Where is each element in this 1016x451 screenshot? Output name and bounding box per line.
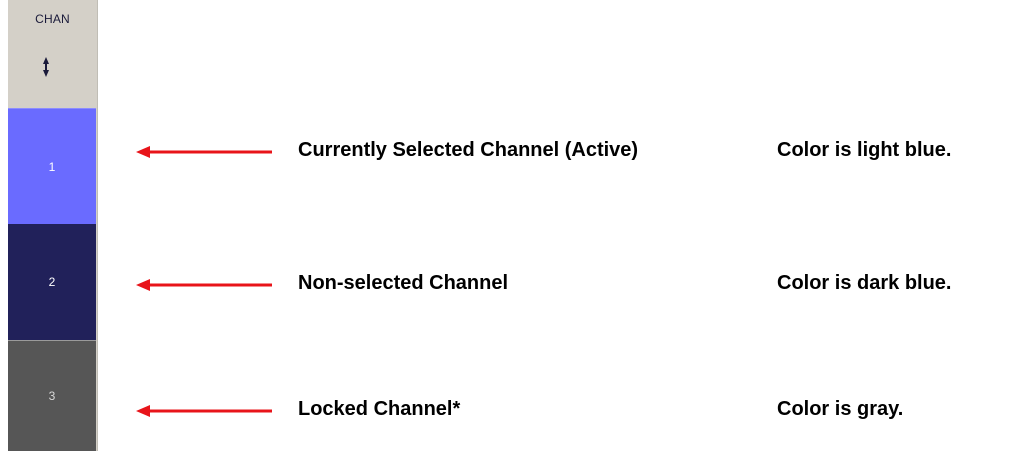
annotation-description-active: Color is light blue. <box>777 139 952 161</box>
annotation-label-locked: Locked Channel* <box>298 398 461 420</box>
annotation-description-nonselected: Color is dark blue. <box>777 272 952 294</box>
annotation-label-active: Currently Selected Channel (Active) <box>298 139 639 161</box>
channel-button-label: 2 <box>48 275 56 289</box>
channel-button-3[interactable]: 3 <box>8 340 96 451</box>
channel-button-2[interactable]: 2 <box>8 224 96 340</box>
scroll-arrows-icon[interactable] <box>40 55 52 79</box>
left-arrow-icon <box>136 405 272 417</box>
annotation-description-locked: Color is gray. <box>777 398 904 420</box>
left-arrow-icon <box>136 146 272 158</box>
channel-button-1[interactable]: 1 <box>8 108 96 224</box>
channel-button-label: 3 <box>48 389 56 403</box>
channel-panel-title: CHAN <box>35 12 70 26</box>
channel-panel: CHAN 1 2 3 <box>8 0 98 451</box>
left-arrow-icon <box>136 279 272 291</box>
channel-button-label: 1 <box>48 159 56 174</box>
annotation-label-nonselected: Non-selected Channel <box>298 272 509 294</box>
